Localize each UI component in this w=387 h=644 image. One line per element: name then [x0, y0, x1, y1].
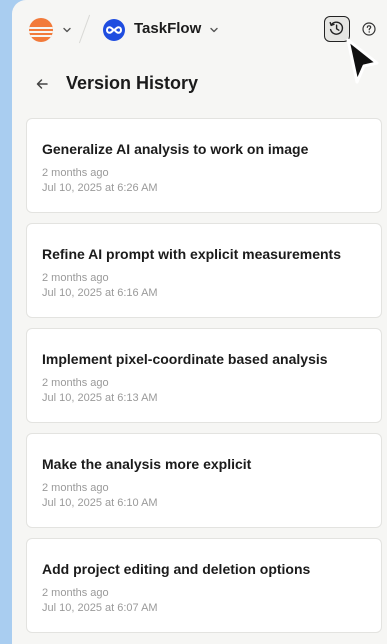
- app-panel: TaskFlow Version History Generalize AI a…: [12, 0, 387, 644]
- version-card[interactable]: Generalize AI analysis to work on image …: [26, 118, 382, 213]
- help-icon[interactable]: [362, 22, 376, 36]
- org-logo-stripe: [29, 35, 53, 37]
- chevron-down-icon[interactable]: [62, 25, 72, 35]
- version-date: Jul 10, 2025 at 6:26 AM: [42, 182, 158, 194]
- version-relative-time: 2 months ago: [42, 377, 109, 389]
- chevron-down-icon[interactable]: [209, 25, 219, 35]
- version-title: Refine AI prompt with explicit measureme…: [42, 246, 341, 262]
- org-logo-stripe: [29, 27, 53, 29]
- version-card[interactable]: Implement pixel-coordinate based analysi…: [26, 328, 382, 423]
- org-logo-icon[interactable]: [29, 18, 53, 42]
- version-title: Implement pixel-coordinate based analysi…: [42, 351, 328, 367]
- infinity-icon: [105, 26, 123, 34]
- version-card[interactable]: Make the analysis more explicit 2 months…: [26, 433, 382, 528]
- top-bar: TaskFlow: [12, 0, 387, 60]
- version-title: Generalize AI analysis to work on image: [42, 141, 309, 157]
- mouse-cursor-icon: [346, 38, 379, 84]
- version-date: Jul 10, 2025 at 6:07 AM: [42, 602, 158, 614]
- version-relative-time: 2 months ago: [42, 167, 109, 179]
- version-date: Jul 10, 2025 at 6:16 AM: [42, 287, 158, 299]
- arrow-left-icon[interactable]: [34, 76, 50, 92]
- version-date: Jul 10, 2025 at 6:10 AM: [42, 497, 158, 509]
- version-relative-time: 2 months ago: [42, 272, 109, 284]
- org-logo-stripe: [29, 31, 53, 33]
- version-list: Generalize AI analysis to work on image …: [26, 118, 382, 643]
- version-card[interactable]: Add project editing and deletion options…: [26, 538, 382, 633]
- breadcrumb-divider: [78, 14, 91, 44]
- version-card[interactable]: Refine AI prompt with explicit measureme…: [26, 223, 382, 318]
- version-title: Add project editing and deletion options: [42, 561, 311, 577]
- version-relative-time: 2 months ago: [42, 587, 109, 599]
- version-relative-time: 2 months ago: [42, 482, 109, 494]
- version-date: Jul 10, 2025 at 6:13 AM: [42, 392, 158, 404]
- page-title: Version History: [66, 73, 199, 93]
- version-title: Make the analysis more explicit: [42, 456, 252, 472]
- project-name[interactable]: TaskFlow: [134, 20, 201, 37]
- project-logo-icon[interactable]: [103, 19, 125, 41]
